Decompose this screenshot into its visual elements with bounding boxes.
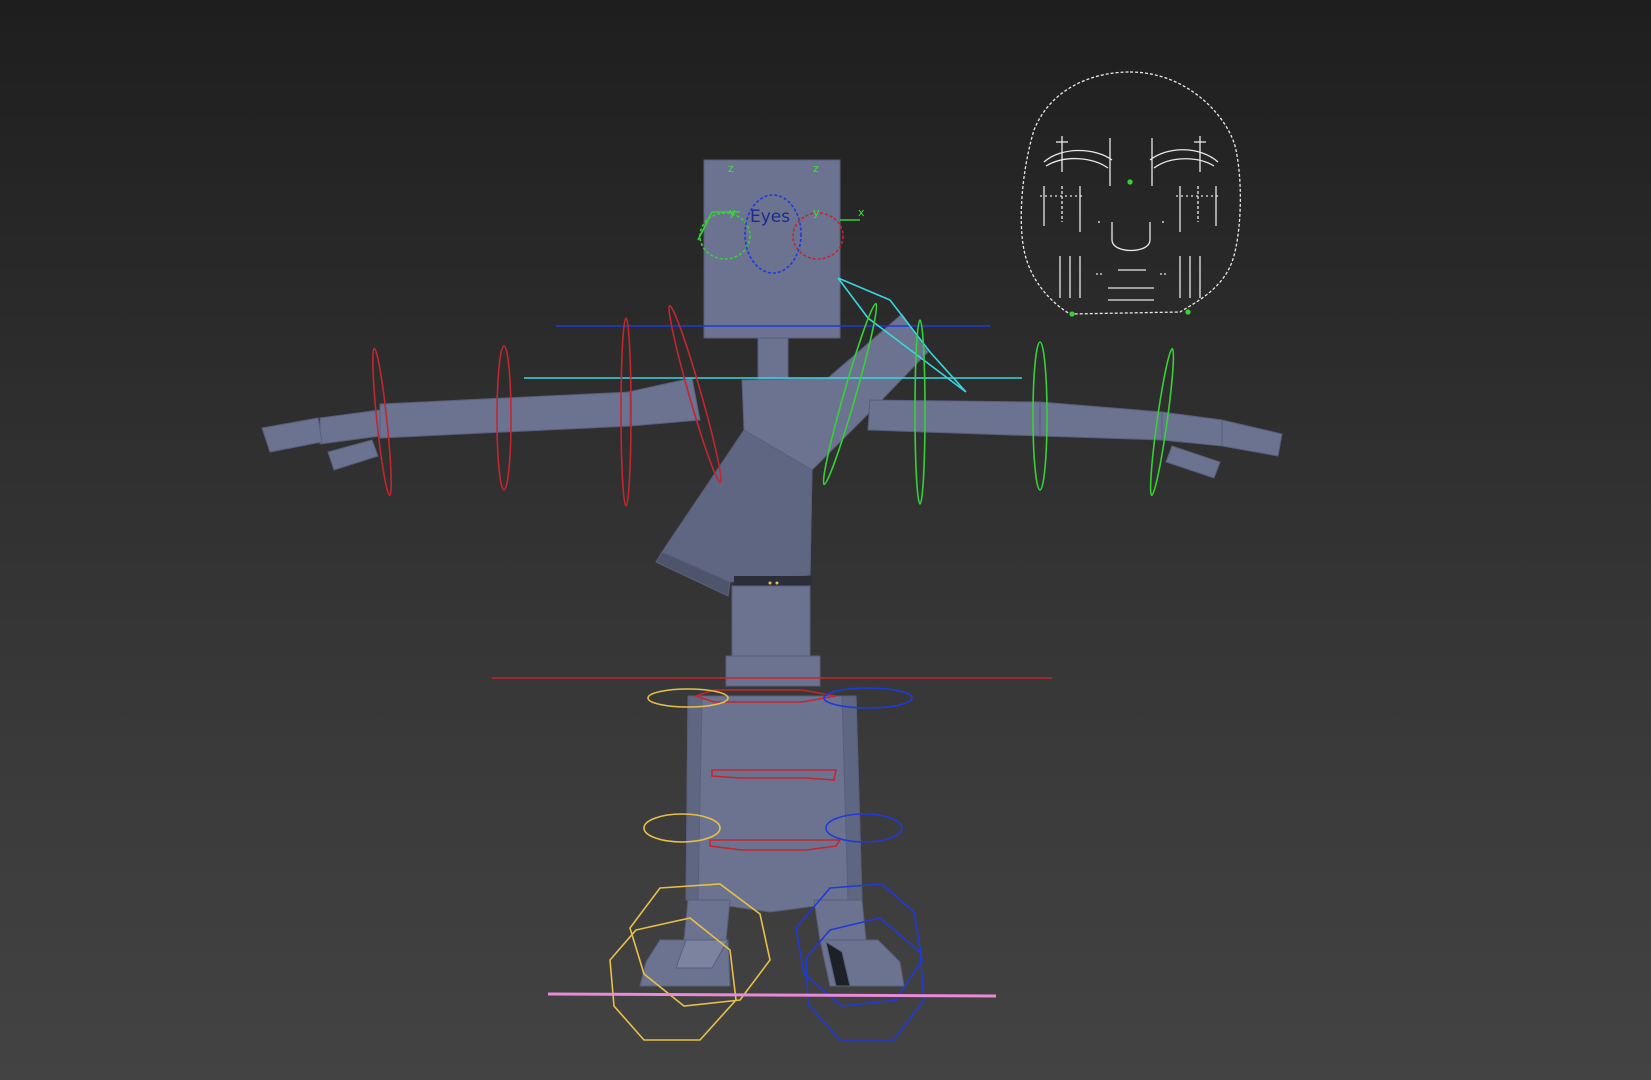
neck-mesh[interactable] [757,337,789,381]
axis-x-label: x [858,206,865,219]
facial-rig-panel[interactable] [1020,71,1242,317]
leg-right-mesh[interactable] [683,899,731,941]
face-outline[interactable] [1020,71,1242,315]
hand-right-mesh[interactable] [319,409,381,445]
character-mesh[interactable] [261,159,1283,987]
axis-z-label-left: z [728,162,734,175]
jaw-right-control[interactable] [1069,311,1075,317]
hand-left-mesh[interactable] [1161,411,1223,447]
upperarm-right-mesh[interactable] [627,377,701,427]
head-mesh[interactable] [703,159,841,339]
forearm-left-mesh[interactable] [1039,401,1163,441]
pelvis-mesh[interactable] [685,695,863,913]
axis-z-label-right: z [813,162,819,175]
viewport-canvas[interactable]: z z y y x Eyes [0,0,1651,1080]
eyes-control-label: Eyes [750,207,790,227]
axis-y-label-left: y [729,206,736,219]
finger-left-1[interactable] [1221,419,1283,457]
upperarm-left-mesh[interactable] [867,399,1041,437]
forearm-right-mesh[interactable] [379,391,631,439]
belt [734,576,812,586]
axis-y-label-right: y [813,206,820,219]
nose-control[interactable] [1127,179,1133,185]
jaw-left-control[interactable] [1185,309,1191,315]
hip-mesh[interactable] [725,655,821,687]
leg-left-mesh[interactable] [813,899,867,941]
belt-dot [775,581,779,585]
finger-right-2[interactable] [327,439,379,471]
brow-left-control[interactable] [1149,149,1219,169]
ground-control[interactable] [547,992,997,998]
mouth-open-control[interactable] [1111,222,1151,252]
belt-dot [768,581,772,585]
finger-right-1[interactable] [261,417,323,453]
brow-right-control[interactable] [1043,149,1113,169]
abdomen-mesh[interactable] [731,585,811,657]
3d-viewport[interactable]: z z y y x Eyes [0,0,1651,1080]
finger-left-2[interactable] [1165,445,1221,479]
